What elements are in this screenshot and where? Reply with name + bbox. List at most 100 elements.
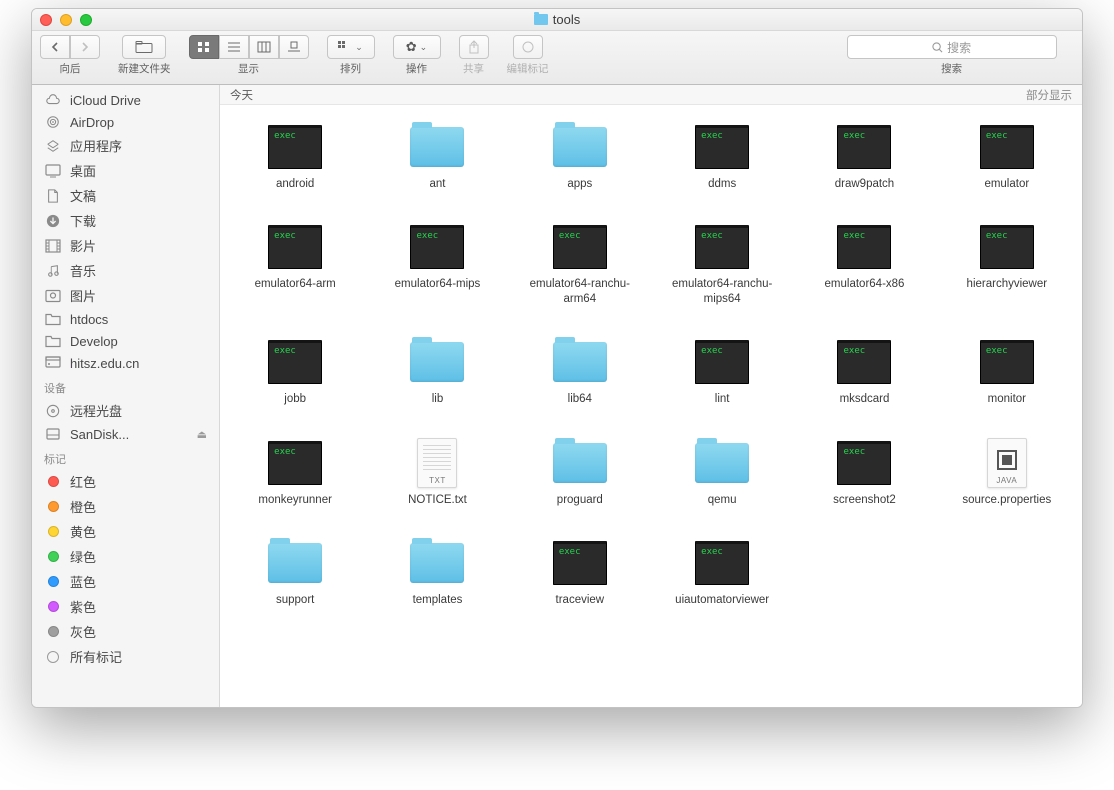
eject-icon[interactable]: ⏏ (197, 428, 207, 441)
file-item[interactable]: traceview (515, 539, 645, 607)
file-label: emulator (984, 177, 1029, 191)
sidebar-item[interactable]: 应用程序 (32, 133, 219, 158)
sidebar-item[interactable]: 下载 (32, 208, 219, 233)
maximize-button[interactable] (80, 14, 92, 26)
file-item[interactable]: android (230, 123, 360, 191)
nav-label: 向后 (60, 61, 81, 76)
view-icons-button[interactable] (189, 35, 219, 59)
file-item[interactable]: qemu (657, 439, 787, 507)
sidebar-tag-item[interactable]: 绿色 (32, 544, 219, 569)
edittags-group: 编辑标记 (507, 35, 549, 76)
file-item[interactable]: emulator64-arm (230, 223, 360, 306)
tag-dot-icon (48, 576, 59, 587)
sidebar-item[interactable]: 音乐 (32, 258, 219, 283)
sidebar-item[interactable]: hitsz.edu.cn (32, 352, 219, 374)
action-button[interactable]: ✿ ⌄ (393, 35, 441, 59)
sidebar-tag-item[interactable]: 灰色 (32, 619, 219, 644)
back-button[interactable] (40, 35, 70, 59)
file-item[interactable]: jobb (230, 338, 360, 406)
folder-icon (695, 443, 749, 483)
share-button[interactable] (459, 35, 489, 59)
file-item[interactable]: lint (657, 338, 787, 406)
exec-icon (980, 125, 1034, 169)
search-placeholder: 搜索 (947, 39, 971, 56)
file-label: screenshot2 (833, 493, 896, 507)
exec-icon (980, 340, 1034, 384)
tag-dot-icon (48, 551, 59, 562)
share-group: 共享 (459, 35, 489, 76)
file-item[interactable]: templates (372, 539, 502, 607)
file-item[interactable]: proguard (515, 439, 645, 507)
edittags-button[interactable] (513, 35, 543, 59)
file-item[interactable]: uiautomatorviewer (657, 539, 787, 607)
sidebar-tag-item[interactable]: 红色 (32, 469, 219, 494)
txt-file-icon (417, 438, 457, 488)
sidebar-tag-item[interactable]: 紫色 (32, 594, 219, 619)
file-label: lib (432, 392, 444, 406)
file-item[interactable]: ddms (657, 123, 787, 191)
sidebar-item[interactable]: 图片 (32, 283, 219, 308)
file-item[interactable]: screenshot2 (799, 439, 929, 507)
files-area[interactable]: androidantappsddmsdraw9patch emulator emul… (220, 105, 1082, 707)
sidebar-item[interactable]: 影片 (32, 233, 219, 258)
sidebar-item-label: 桌面 (70, 161, 96, 180)
sidebar-device-item[interactable]: SanDisk... ⏏ (32, 423, 219, 445)
file-item[interactable]: mksdcard (799, 338, 929, 406)
file-label: emulator64-mips (395, 277, 481, 291)
tag-dot-icon (48, 501, 59, 512)
file-item[interactable]: monitor (942, 338, 1072, 406)
file-item[interactable]: hierarchyviewer (942, 223, 1072, 306)
app-icon (44, 138, 62, 154)
device-label: SanDisk... (70, 427, 129, 442)
tag-dot-icon (48, 626, 59, 637)
desktop-icon (44, 163, 62, 179)
sidebar-tag-item[interactable]: 黄色 (32, 519, 219, 544)
file-item[interactable]: emulator64-mips (372, 223, 502, 306)
sidebar-alltags[interactable]: 所有标记 (32, 644, 219, 669)
sidebar-item[interactable]: Develop (32, 330, 219, 352)
sidebar-device-item[interactable]: 远程光盘 (32, 398, 219, 423)
file-label: monitor (988, 392, 1026, 406)
view-group: 显示 (189, 35, 309, 76)
file-item[interactable]: monkeyrunner (230, 439, 360, 507)
sidebar-tag-item[interactable]: 蓝色 (32, 569, 219, 594)
sidebar-item[interactable]: iCloud Drive (32, 89, 219, 111)
file-item[interactable]: emulator64-x86 (799, 223, 929, 306)
newfolder-button[interactable] (122, 35, 166, 59)
file-item[interactable]: source.properties (942, 439, 1072, 507)
search-input[interactable]: 搜索 (847, 35, 1057, 59)
view-list-button[interactable] (219, 35, 249, 59)
sidebar-item[interactable]: 文稿 (32, 183, 219, 208)
file-item[interactable]: ant (372, 123, 502, 191)
sidebar-item[interactable]: htdocs (32, 308, 219, 330)
arrange-button[interactable]: ⌄ (327, 35, 375, 59)
folder-icon (44, 311, 62, 327)
exec-icon (837, 225, 891, 269)
file-item[interactable]: apps (515, 123, 645, 191)
sidebar-item[interactable]: 桌面 (32, 158, 219, 183)
sidebar-item[interactable]: AirDrop (32, 111, 219, 133)
file-item[interactable]: NOTICE.txt (372, 439, 502, 507)
file-item[interactable]: lib64 (515, 338, 645, 406)
titlebar[interactable]: tools (32, 9, 1082, 31)
view-coverflow-button[interactable] (279, 35, 309, 59)
forward-button[interactable] (70, 35, 100, 59)
file-item[interactable]: lib (372, 338, 502, 406)
music-icon (44, 263, 62, 279)
file-item[interactable]: emulator64-ranchu-mips64 (657, 223, 787, 306)
doc-icon (44, 188, 62, 204)
folder-icon (410, 127, 464, 167)
sidebar-tag-item[interactable]: 橙色 (32, 494, 219, 519)
folder-icon (44, 333, 62, 349)
tag-label: 黄色 (70, 522, 96, 541)
file-label: NOTICE.txt (408, 493, 467, 507)
file-item[interactable]: emulator (942, 123, 1072, 191)
file-label: emulator64-arm (255, 277, 336, 291)
file-item[interactable]: draw9patch (799, 123, 929, 191)
file-item[interactable]: support (230, 539, 360, 607)
view-columns-button[interactable] (249, 35, 279, 59)
minimize-button[interactable] (60, 14, 72, 26)
file-item[interactable]: emulator64-ranchu-arm64 (515, 223, 645, 306)
close-button[interactable] (40, 14, 52, 26)
download-icon (44, 213, 62, 229)
